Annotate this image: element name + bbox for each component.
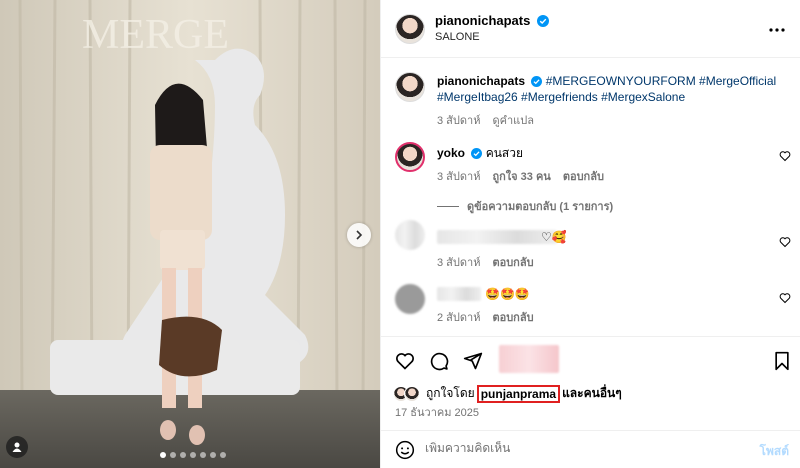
chevron-right-icon <box>356 230 363 240</box>
carousel-dot <box>210 452 216 458</box>
comment-icon[interactable] <box>429 351 449 371</box>
post-photo: MERGE <box>0 0 380 468</box>
comment-text: คนสวย <box>485 146 524 160</box>
post-location[interactable]: SALONE <box>435 31 549 43</box>
post-media[interactable]: MERGE <box>0 0 380 468</box>
like-icon[interactable] <box>395 351 415 371</box>
liked-by-prefix: ถูกใจโดย <box>426 386 475 400</box>
carousel-dot <box>190 452 196 458</box>
author-avatar[interactable] <box>395 14 425 44</box>
comment-time[interactable]: 3 สัปดาห์ <box>437 167 480 185</box>
comment-input[interactable] <box>425 441 725 455</box>
comment-meta: 3 สัปดาห์ ตอบกลับ <box>437 253 534 271</box>
reply-button[interactable]: ตอบกลับ <box>492 308 533 326</box>
reply-button[interactable]: ตอบกลับ <box>563 167 604 185</box>
post-comment-button[interactable]: โพสต์ <box>760 442 789 461</box>
author-username[interactable]: pianonichapats <box>435 13 530 28</box>
more-dots-icon <box>769 28 785 32</box>
comment-composer: โพสต์ <box>381 430 800 468</box>
carousel-dot <box>180 452 186 458</box>
svg-text:MERGE: MERGE <box>82 12 229 58</box>
next-image-button[interactable] <box>347 223 371 247</box>
user-icon <box>12 442 22 452</box>
carousel-dot <box>160 452 166 458</box>
caption-time[interactable]: 3 สัปดาห์ <box>437 111 480 129</box>
comment-username-blurred <box>437 230 557 244</box>
comment-time[interactable]: 2 สัปดาห์ <box>437 308 480 326</box>
comment-time[interactable]: 3 สัปดาห์ <box>437 253 480 271</box>
share-icon[interactable] <box>463 351 483 371</box>
comment-avatar[interactable] <box>395 284 425 314</box>
more-options-button[interactable] <box>769 20 785 35</box>
comment-username[interactable]: yoko <box>437 146 465 160</box>
liker-avatar[interactable] <box>404 385 420 402</box>
post-actions-bar <box>381 336 800 373</box>
comments-section: pianonichapats #MERGEOWNYOURFORM #MergeO… <box>381 58 800 336</box>
save-bookmark-icon[interactable] <box>773 351 791 371</box>
comment-likes[interactable]: ถูกใจ 33 คน <box>492 167 550 185</box>
reply-button[interactable]: ตอบกลับ <box>492 253 533 271</box>
like-comment-icon[interactable] <box>779 292 791 304</box>
liked-by-others[interactable]: และคนอื่นๆ <box>562 384 622 403</box>
post-side-panel: pianonichapats SALONE pianonichapats #ME… <box>380 0 800 468</box>
carousel-indicator <box>160 452 226 458</box>
comment-meta: 2 สัปดาห์ ตอบกลับ <box>437 308 534 326</box>
post-header: pianonichapats SALONE <box>381 0 800 58</box>
comment-avatar[interactable] <box>395 220 425 250</box>
carousel-dot <box>170 452 176 458</box>
tagged-users-button[interactable] <box>6 436 28 458</box>
comment-body: yoko คนสวย <box>437 145 523 161</box>
verified-badge-icon <box>536 15 549 27</box>
view-replies-button[interactable]: ดูข้อความตอบกลับ (1 รายการ) <box>437 197 613 215</box>
translate-link[interactable]: ดูคำแปล <box>492 111 534 129</box>
comment-avatar[interactable] <box>395 142 425 172</box>
emoji-icon[interactable] <box>395 440 415 460</box>
caption-username[interactable]: pianonichapats <box>437 74 525 88</box>
verified-badge-icon <box>471 148 483 159</box>
caption: pianonichapats #MERGEOWNYOURFORM #MergeO… <box>437 73 787 105</box>
verified-badge-icon <box>531 76 543 87</box>
post-date[interactable]: 17 ธันวาคม 2025 <box>395 403 479 421</box>
like-comment-icon[interactable] <box>779 150 791 162</box>
carousel-dot <box>200 452 206 458</box>
liker-username[interactable]: punjanprama <box>476 384 561 403</box>
liked-by-line: ถูกใจโดย punjanprama และคนอื่นๆ <box>393 384 622 403</box>
like-comment-icon[interactable] <box>779 236 791 248</box>
comment-text: 🤩🤩🤩 <box>485 287 530 301</box>
comment-text: ♡🥰 <box>541 230 567 244</box>
view-replies-label: ดูข้อความตอบกลับ (1 รายการ) <box>467 201 614 213</box>
caption-meta: 3 สัปดาห์ ดูคำแปล <box>437 111 534 129</box>
carousel-dot <box>220 452 226 458</box>
comment-meta: 3 สัปดาห์ ถูกใจ 33 คน ตอบกลับ <box>437 167 604 185</box>
replies-divider-line <box>437 205 459 207</box>
blurred-area <box>499 345 559 373</box>
caption-avatar[interactable] <box>395 72 425 102</box>
comment-username-blurred <box>437 287 481 301</box>
